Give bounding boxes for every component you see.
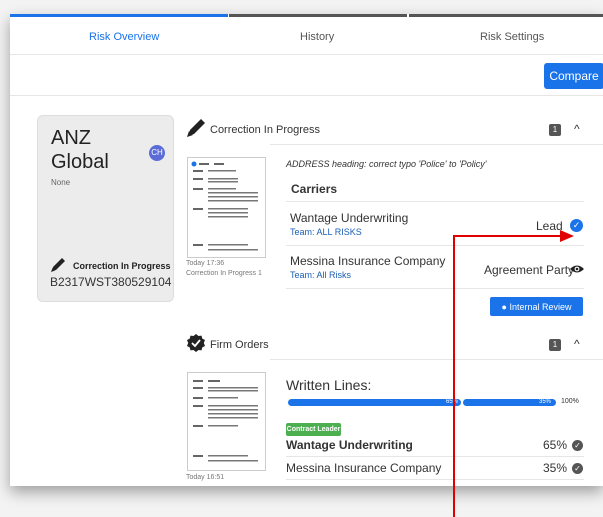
annotation-arrow	[453, 230, 574, 517]
